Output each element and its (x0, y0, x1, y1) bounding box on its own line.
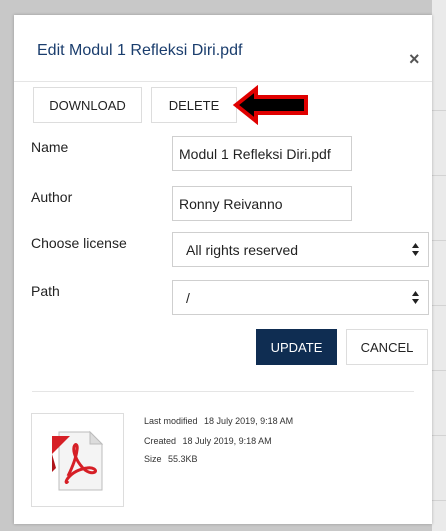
delete-button[interactable]: DELETE (151, 87, 237, 123)
dialog-title: Edit Modul 1 Refleksi Diri.pdf (37, 42, 243, 59)
sort-arrows-icon (412, 243, 419, 256)
name-input[interactable]: Modul 1 Refleksi Diri.pdf (172, 136, 352, 171)
name-label: Name (31, 139, 69, 155)
page-backdrop (432, 0, 446, 531)
created-info: Created 18 July 2019, 9:18 AM (144, 436, 272, 446)
backdrop-divider (432, 435, 446, 436)
last-modified-label: Last modified (144, 416, 198, 426)
sort-arrows-icon (412, 291, 419, 304)
path-select-value: / (186, 289, 190, 306)
backdrop-divider (432, 500, 446, 501)
author-input[interactable]: Ronny Reivanno (172, 186, 352, 221)
dialog-header: Edit Modul 1 Refleksi Diri.pdf × (14, 15, 432, 82)
download-button[interactable]: DOWNLOAD (33, 87, 142, 123)
arrow-left-icon (232, 85, 308, 125)
license-select[interactable]: All rights reserved (172, 232, 429, 267)
last-modified-info: Last modified 18 July 2019, 9:18 AM (144, 416, 293, 426)
cancel-button[interactable]: CANCEL (346, 329, 428, 365)
license-label: Choose license (31, 235, 127, 251)
close-icon[interactable]: × (409, 50, 420, 68)
size-value: 55.3KB (168, 454, 198, 464)
backdrop-divider (432, 175, 446, 176)
backdrop-divider (432, 110, 446, 111)
backdrop-divider (432, 370, 446, 371)
edit-file-dialog: Edit Modul 1 Refleksi Diri.pdf × DOWNLOA… (14, 15, 432, 524)
path-label: Path (31, 283, 60, 299)
section-divider (32, 391, 414, 392)
author-label: Author (31, 189, 73, 205)
path-select[interactable]: / (172, 280, 429, 315)
file-thumbnail (31, 413, 124, 507)
update-button[interactable]: UPDATE (256, 329, 337, 365)
created-value: 18 July 2019, 9:18 AM (182, 436, 272, 446)
pdf-file-icon (52, 430, 104, 491)
last-modified-value: 18 July 2019, 9:18 AM (204, 416, 294, 426)
backdrop-divider (432, 305, 446, 306)
size-label: Size (144, 454, 162, 464)
license-select-value: All rights reserved (186, 241, 299, 258)
size-info: Size 55.3KB (144, 454, 198, 464)
backdrop-divider (432, 240, 446, 241)
created-label: Created (144, 436, 177, 446)
